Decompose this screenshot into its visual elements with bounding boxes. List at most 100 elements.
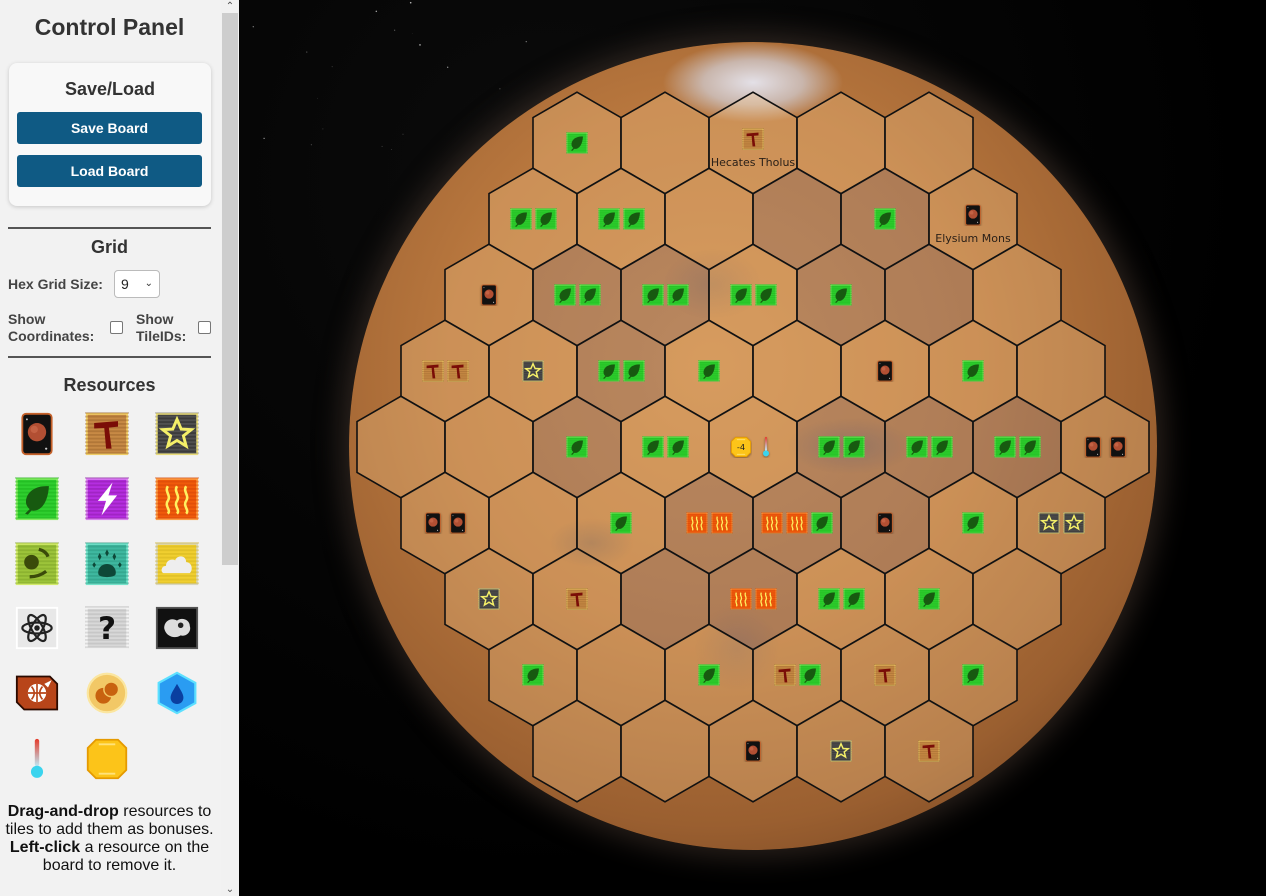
load-board-button[interactable]: Load Board [17,155,202,187]
tile-resource-steel-icon[interactable] [446,360,469,382]
resource-microbe-icon[interactable] [15,542,59,586]
tile-resource-plant-icon[interactable] [597,208,620,230]
resource-steel-icon[interactable] [85,412,129,456]
tile-resource-plant-icon[interactable] [566,132,588,154]
tile-resource-plant-icon[interactable] [641,436,664,458]
tile-resource-plant-icon[interactable] [962,664,984,686]
hex-grid-size-label: Hex Grid Size: [8,276,103,292]
svg-text:?: ? [98,611,116,647]
tile-resource-megacredit-icon[interactable]: -4 [730,436,752,458]
help-leftclick-bold: Left-click [9,839,81,856]
tile-resource-card-icon[interactable] [1082,436,1104,458]
resource-plant-icon[interactable] [15,477,59,521]
tile-resource-temperature-icon[interactable] [755,436,777,458]
tile-resource-heat-icon[interactable] [710,512,733,534]
resource-card-icon[interactable] [15,412,59,456]
tile-resource-titanium-icon[interactable] [478,588,500,610]
tile-resource-titanium-icon[interactable] [1062,512,1085,534]
resource-ocean-icon[interactable] [155,671,199,715]
tile-resource-plant-icon[interactable] [798,664,821,686]
tile-resource-plant-icon[interactable] [698,360,720,382]
resource-heat-icon[interactable] [155,477,199,521]
tile-resource-plant-icon[interactable] [566,436,588,458]
tile-resource-card-icon[interactable] [1107,436,1129,458]
resource-megacredit-icon[interactable] [85,737,129,781]
resource-animal-icon[interactable] [85,542,129,586]
tile-resource-plant-icon[interactable] [641,284,664,306]
tile-resource-steel-icon[interactable] [918,740,940,762]
tile-name-label: Elysium Mons [935,232,1011,245]
tile-resource-plant-icon[interactable] [534,208,557,230]
show-tileids-label: Show TileIDs: [136,311,186,345]
tile-resource-steel-icon[interactable] [742,128,764,150]
show-coordinates-label-line2: Coordinates: [8,328,95,344]
divider [8,356,211,358]
tile-resource-card-icon[interactable] [447,512,469,534]
tile-resource-steel-icon[interactable] [773,664,796,686]
tile-resource-plant-icon[interactable] [729,284,752,306]
resource-titanium-icon[interactable] [155,412,199,456]
tile-resource-plant-icon[interactable] [578,284,601,306]
resource-city-special-icon[interactable] [15,671,59,715]
tile-resource-heat-icon[interactable] [685,512,708,534]
resource-energy-icon[interactable] [85,477,129,521]
tile-resource-plant-icon[interactable] [817,588,840,610]
tile-resource-plant-icon[interactable] [930,436,953,458]
tile-resource-plant-icon[interactable] [1018,436,1041,458]
resource-colony-icon[interactable] [85,671,129,715]
save-board-button[interactable]: Save Board [17,112,202,144]
tile-resource-plant-icon[interactable] [553,284,576,306]
sidebar-scrollbar[interactable]: ⌃ ⌄ [221,0,239,896]
tile-resource-steel-icon[interactable] [421,360,444,382]
tile-resource-card-icon[interactable] [478,284,500,306]
tile-resource-plant-icon[interactable] [509,208,532,230]
tile-resource-heat-icon[interactable] [761,512,783,534]
show-coordinates-checkbox[interactable] [110,321,123,334]
tile-resource-heat-icon[interactable] [754,588,777,610]
tile-resource-plant-icon[interactable] [666,436,689,458]
tile-resource-titanium-icon[interactable] [522,360,544,382]
tile-resource-card-icon[interactable] [422,512,444,534]
control-panel: Control Panel Save/Load Save Board Load … [0,0,221,896]
tile-resource-plant-icon[interactable] [830,284,852,306]
tile-resource-plant-icon[interactable] [597,360,620,382]
tile-resource-plant-icon[interactable] [874,208,896,230]
tile-resource-plant-icon[interactable] [817,436,840,458]
tile-resource-plant-icon[interactable] [962,512,984,534]
hex-grid-size-select[interactable]: 9 ⌄ [114,270,160,298]
tile-resource-plant-icon[interactable] [811,512,833,534]
tile-resource-plant-icon[interactable] [698,664,720,686]
tile-resource-plant-icon[interactable] [610,512,632,534]
tile-resource-card-icon[interactable] [874,512,896,534]
tile-resource-plant-icon[interactable] [842,436,865,458]
tile-resource-card-icon[interactable] [874,360,896,382]
resource-asteroid-icon[interactable] [155,606,199,650]
tile-resource-heat-icon[interactable] [786,512,808,534]
tile-resource-titanium-icon[interactable] [830,740,852,762]
tile-resource-plant-icon[interactable] [918,588,940,610]
tile-resource-plant-icon[interactable] [993,436,1016,458]
tile-resource-card-icon[interactable] [742,740,764,762]
tile-resource-plant-icon[interactable] [962,360,984,382]
tile-resource-plant-icon[interactable] [842,588,865,610]
show-coordinates-label-line1: Show [8,311,46,327]
show-tileids-checkbox[interactable] [198,321,211,334]
scroll-down-arrow-icon[interactable]: ⌄ [221,883,239,896]
resource-science-icon[interactable] [15,606,59,650]
tile-resource-plant-icon[interactable] [905,436,928,458]
scrollbar-thumb[interactable] [222,13,238,565]
tile-resource-card-icon[interactable] [962,204,984,226]
tile-resource-plant-icon[interactable] [622,208,645,230]
tile-resource-plant-icon[interactable] [522,664,544,686]
resource-wild-icon[interactable]: ? [85,606,129,650]
tile-resource-plant-icon[interactable] [622,360,645,382]
resource-floater-icon[interactable] [155,542,199,586]
tile-resource-plant-icon[interactable] [666,284,689,306]
resource-temperature-icon[interactable] [15,737,59,781]
scroll-up-arrow-icon[interactable]: ⌃ [221,0,239,13]
tile-resource-steel-icon[interactable] [566,588,588,610]
tile-resource-steel-icon[interactable] [874,664,896,686]
tile-resource-titanium-icon[interactable] [1037,512,1060,534]
tile-resource-plant-icon[interactable] [754,284,777,306]
tile-resource-heat-icon[interactable] [729,588,752,610]
